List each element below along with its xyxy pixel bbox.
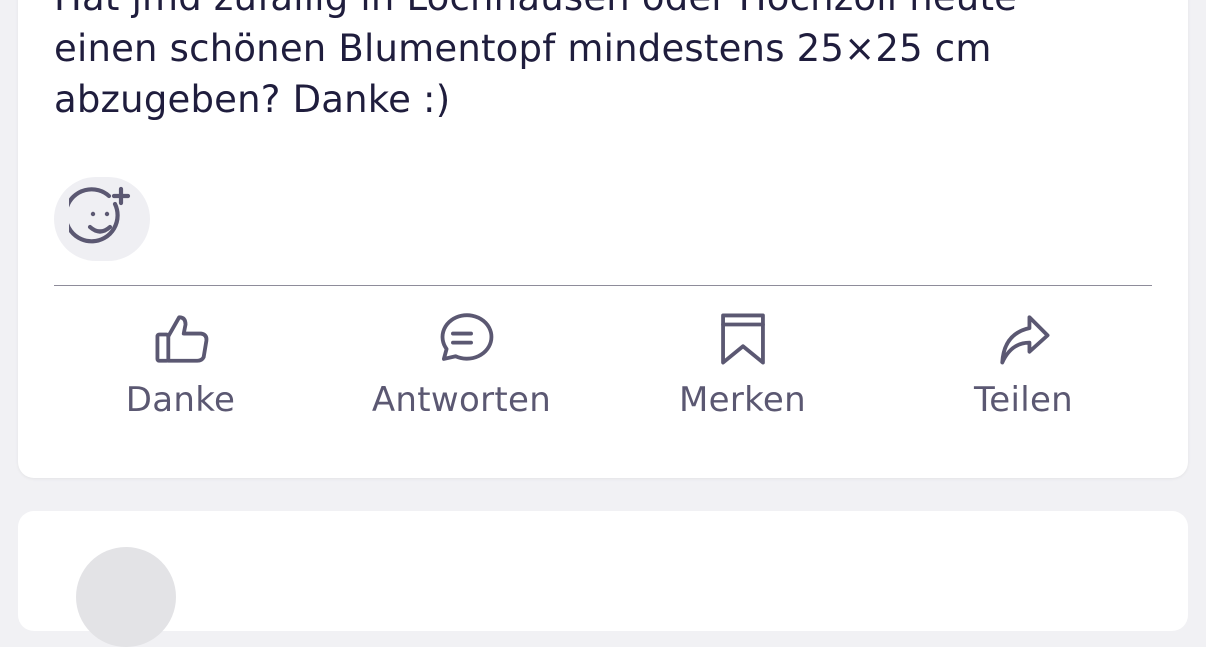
share-icon bbox=[999, 315, 1049, 365]
avatar[interactable] bbox=[76, 547, 176, 647]
action-bar: Danke Antworten Merken Teilen bbox=[40, 310, 1164, 420]
antworten-label: Antworten bbox=[371, 380, 552, 420]
antworten-button[interactable]: Antworten bbox=[321, 310, 602, 420]
divider bbox=[54, 285, 1152, 286]
danke-label: Danke bbox=[125, 380, 236, 420]
bookmark-icon bbox=[720, 313, 765, 365]
add-reaction-button[interactable] bbox=[54, 177, 150, 261]
merken-label: Merken bbox=[679, 380, 806, 420]
teilen-label: Teilen bbox=[973, 380, 1074, 420]
post-text: Hat jmd zufällig in Lochhausen oder Hoch… bbox=[54, 0, 1017, 121]
merken-button[interactable]: Merken bbox=[602, 310, 883, 420]
add-reaction-icon bbox=[69, 186, 131, 244]
thumbs-up-icon bbox=[155, 315, 208, 363]
next-post-card bbox=[18, 511, 1188, 647]
teilen-button[interactable]: Teilen bbox=[883, 310, 1164, 420]
danke-button[interactable]: Danke bbox=[40, 310, 321, 420]
post-card: Hat jmd zufällig in Lochhausen oder Hoch… bbox=[18, 0, 1188, 478]
comment-icon bbox=[440, 313, 493, 361]
